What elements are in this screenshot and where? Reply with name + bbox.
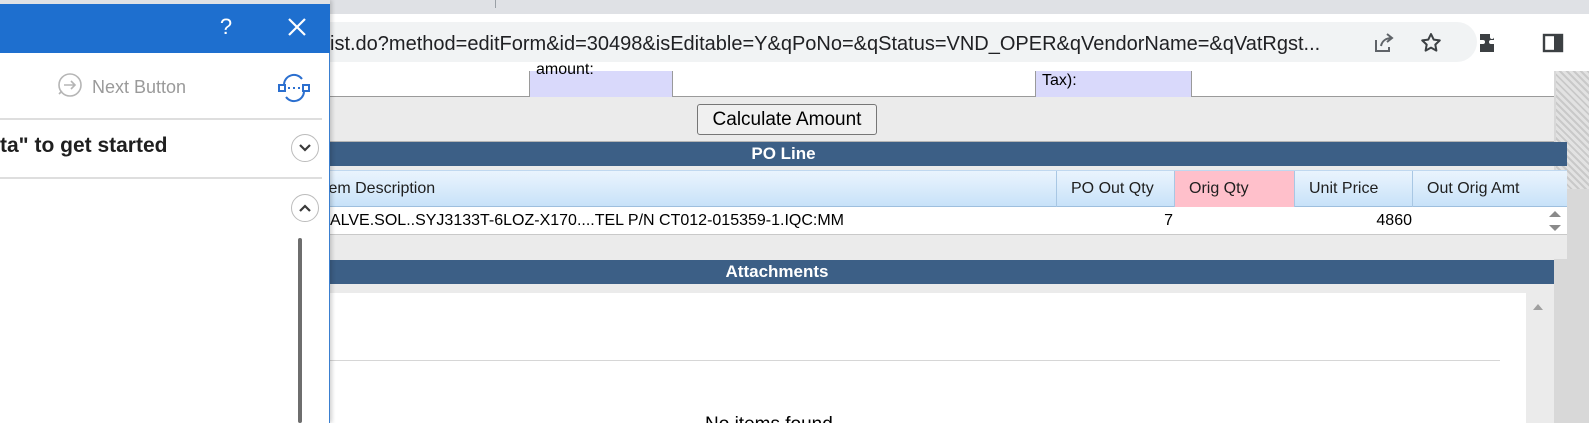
chevron-down-icon[interactable] [291, 134, 319, 162]
column-header-out-orig-amt[interactable]: Out Orig Amt [1413, 171, 1567, 208]
side-panel-icon[interactable] [1540, 30, 1566, 56]
scroll-up-arrow-icon[interactable] [1549, 211, 1561, 217]
unit-price-cell: 4860 [1376, 212, 1412, 229]
close-icon[interactable] [282, 12, 312, 42]
get-started-text: ta" to get started [0, 134, 168, 157]
chevron-up-icon[interactable] [291, 194, 319, 222]
tab-divider [495, 0, 496, 8]
tax-label-cell: Tax): [1036, 71, 1192, 97]
attachments-scroll-up-icon[interactable] [1531, 299, 1545, 317]
refresh-sync-icon[interactable] [276, 70, 312, 106]
bookmark-star-icon[interactable] [1418, 30, 1444, 56]
next-button[interactable]: Next Button [56, 72, 186, 102]
no-items-text: No items found [705, 414, 833, 423]
item-description-cell: ALVE.SOL..SYJ3133T-6LOZ-X170....TEL P/N … [330, 212, 844, 229]
next-button-label: Next Button [92, 76, 187, 97]
amount-label: amount: [536, 61, 594, 78]
tax-label: Tax): [1042, 72, 1077, 89]
column-header-unit-price[interactable]: Unit Price [1295, 171, 1413, 208]
next-arrow-icon [56, 71, 84, 104]
address-bar-url[interactable]: ist.do?method=editForm&id=30498&isEditab… [330, 32, 1370, 56]
panel-divider [0, 177, 322, 179]
out-orig-amt-cell [1413, 207, 1543, 235]
extensions-icon[interactable] [1476, 30, 1502, 56]
column-header-orig-qty[interactable]: Orig Qty [1175, 171, 1295, 208]
amount-value-cell[interactable] [673, 71, 1036, 97]
help-icon[interactable]: ? [214, 12, 238, 42]
amount-label-cell: amount: [530, 61, 673, 97]
scroll-down-arrow-icon[interactable] [1549, 225, 1561, 231]
calculate-amount-button[interactable]: Calculate Amount [697, 104, 877, 135]
panel-divider [0, 118, 322, 120]
tax-value-cell[interactable] [1192, 71, 1554, 97]
grid-scrollbar[interactable] [1544, 206, 1566, 236]
column-header-po-out-qty[interactable]: PO Out Qty [1057, 171, 1175, 208]
po-out-qty-cell: 7 [1164, 212, 1173, 229]
column-header-item-description[interactable]: tem Description [310, 171, 1057, 208]
share-icon[interactable] [1371, 30, 1397, 56]
panel-title-bar [0, 4, 330, 53]
orig-qty-cell[interactable] [1175, 207, 1295, 235]
panel-scrollbar[interactable] [298, 238, 302, 423]
screen: ist.do?method=editForm&id=30498&isEditab… [0, 0, 1589, 423]
assistant-panel: ? Next Button ta" to get started [0, 0, 330, 423]
